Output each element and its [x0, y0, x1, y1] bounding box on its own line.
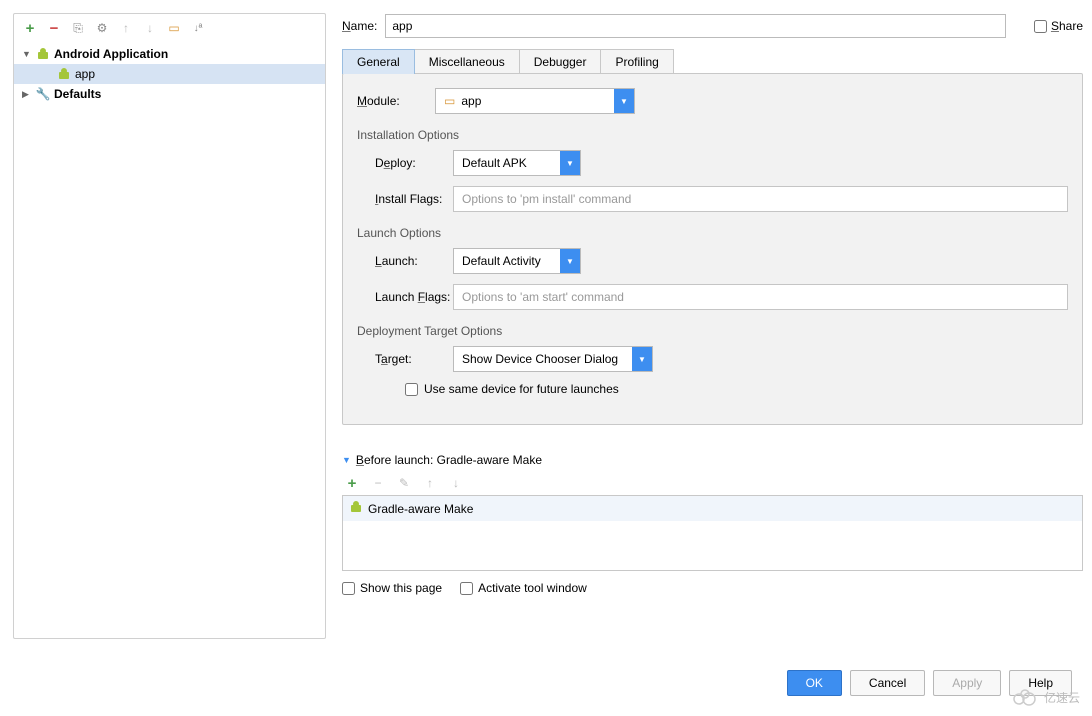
config-sidebar: + − ⎘ ⚙ ↑ ↓ ▭ ↓ª ▼ Android Application a…: [13, 13, 326, 639]
name-label: Name:: [342, 19, 377, 33]
tab-profiling[interactable]: Profiling: [600, 49, 673, 74]
target-select[interactable]: Show Device Chooser Dialog ▼: [453, 346, 653, 372]
target-value: Show Device Chooser Dialog: [454, 352, 632, 366]
before-launch-list[interactable]: Gradle-aware Make: [342, 495, 1083, 571]
launch-flags-label: Launch Flags:: [375, 290, 453, 304]
target-label: Target:: [375, 352, 453, 366]
android-icon: [35, 46, 51, 62]
list-item-label: Gradle-aware Make: [368, 502, 473, 516]
cancel-button[interactable]: Cancel: [850, 670, 925, 696]
tree-label: Defaults: [54, 87, 101, 101]
tree-defaults[interactable]: ▶ 🔧 Defaults: [14, 84, 325, 104]
module-select[interactable]: ▭ app ▼: [435, 88, 635, 114]
android-icon: [349, 500, 363, 517]
wrench-icon: 🔧: [35, 86, 51, 102]
share-checkbox[interactable]: Share: [1034, 19, 1083, 33]
down-icon[interactable]: ↓: [448, 475, 464, 491]
before-launch-section: ▼ Before launch: Gradle-aware Make + − ✎…: [342, 453, 1083, 595]
tree-android-application[interactable]: ▼ Android Application: [14, 44, 325, 64]
launch-value: Default Activity: [454, 254, 560, 268]
install-flags-input[interactable]: [453, 186, 1068, 212]
expand-icon[interactable]: ▼: [22, 49, 32, 59]
before-launch-header[interactable]: ▼ Before launch: Gradle-aware Make: [342, 453, 1083, 467]
config-tree: ▼ Android Application app ▶ 🔧 Defaults: [14, 42, 325, 104]
dropdown-icon[interactable]: ▼: [560, 249, 580, 273]
tree-label: Android Application: [54, 47, 168, 61]
name-input[interactable]: [385, 14, 1006, 38]
tab-debugger[interactable]: Debugger: [519, 49, 602, 74]
dropdown-icon[interactable]: ▼: [632, 347, 652, 371]
up-icon[interactable]: ↑: [118, 20, 134, 36]
show-page-label: Show this page: [360, 581, 442, 595]
activate-tw-label: Activate tool window: [478, 581, 587, 595]
deploy-value: Default APK: [454, 156, 560, 170]
dropdown-icon[interactable]: ▼: [614, 89, 634, 113]
settings-icon[interactable]: ⚙: [94, 20, 110, 36]
ok-button[interactable]: OK: [787, 670, 842, 696]
install-flags-label: Install Flags:: [375, 192, 453, 206]
same-device-checkbox[interactable]: Use same device for future launches: [405, 382, 1068, 396]
module-icon: ▭: [444, 94, 455, 108]
launch-label: Launch:: [375, 254, 453, 268]
sort-icon[interactable]: ↓ª: [190, 20, 206, 36]
activate-tw-input[interactable]: [460, 582, 473, 595]
up-icon[interactable]: ↑: [422, 475, 438, 491]
remove-icon[interactable]: −: [370, 475, 386, 491]
module-value: app: [461, 94, 481, 108]
deploy-select[interactable]: Default APK ▼: [453, 150, 581, 176]
launch-flags-input[interactable]: [453, 284, 1068, 310]
launch-section-title: Launch Options: [357, 226, 1068, 240]
watermark: 亿速云: [1011, 688, 1080, 706]
deploy-label: Deploy:: [375, 156, 453, 170]
target-section-title: Deployment Target Options: [357, 324, 1068, 338]
expand-icon[interactable]: ▶: [22, 89, 32, 100]
main-panel: Name: Share General Miscellaneous Debugg…: [326, 13, 1083, 639]
dropdown-icon[interactable]: ▼: [560, 151, 580, 175]
install-section-title: Installation Options: [357, 128, 1068, 142]
same-device-input[interactable]: [405, 383, 418, 396]
collapse-icon[interactable]: ▼: [342, 455, 351, 465]
share-checkbox-input[interactable]: [1034, 20, 1047, 33]
tree-label: app: [75, 67, 95, 81]
down-icon[interactable]: ↓: [142, 20, 158, 36]
launch-select[interactable]: Default Activity ▼: [453, 248, 581, 274]
sidebar-toolbar: + − ⎘ ⚙ ↑ ↓ ▭ ↓ª: [14, 14, 325, 42]
add-icon[interactable]: +: [22, 20, 38, 36]
tab-miscellaneous[interactable]: Miscellaneous: [414, 49, 520, 74]
tabs: General Miscellaneous Debugger Profiling: [342, 49, 1083, 74]
tab-general[interactable]: General: [342, 49, 415, 74]
folder-icon[interactable]: ▭: [166, 20, 182, 36]
show-page-input[interactable]: [342, 582, 355, 595]
same-device-label: Use same device for future launches: [424, 382, 619, 396]
general-panel: Module: ▭ app ▼ Installation Options Depl…: [342, 73, 1083, 425]
copy-icon[interactable]: ⎘: [70, 20, 86, 36]
list-item[interactable]: Gradle-aware Make: [343, 496, 1082, 521]
show-page-checkbox[interactable]: Show this page: [342, 581, 442, 595]
activate-tool-window-checkbox[interactable]: Activate tool window: [460, 581, 587, 595]
remove-icon[interactable]: −: [46, 20, 62, 36]
edit-icon[interactable]: ✎: [396, 475, 412, 491]
apply-button[interactable]: Apply: [933, 670, 1001, 696]
android-icon: [56, 66, 72, 82]
add-icon[interactable]: +: [344, 475, 360, 491]
module-label: Module:: [357, 94, 435, 108]
tree-app[interactable]: app: [14, 64, 325, 84]
